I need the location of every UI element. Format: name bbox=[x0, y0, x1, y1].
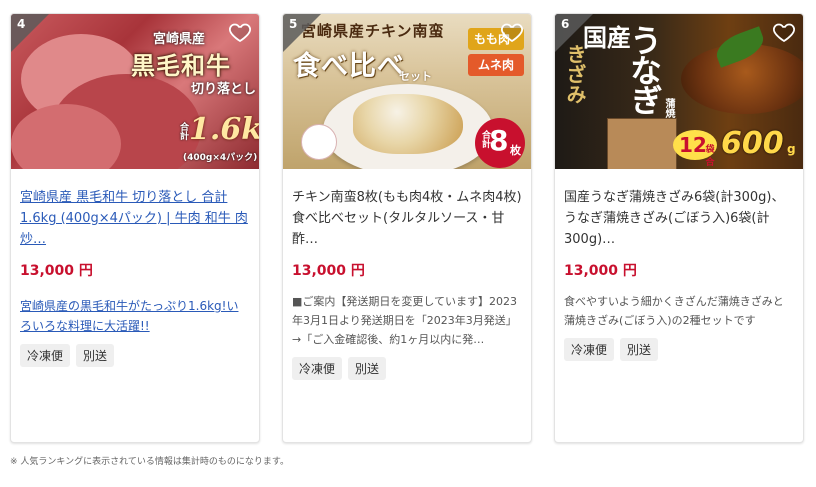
packs-shape bbox=[607, 118, 677, 169]
tag-separate-shipping: 別送 bbox=[348, 357, 387, 380]
count-badge: 合計 8 枚 bbox=[475, 118, 525, 168]
tag-list: 冷凍便 別送 bbox=[292, 357, 522, 380]
product-price: 13,000 円 bbox=[564, 263, 637, 279]
product-name-link[interactable]: 国産うなぎ蒲焼きざみ6袋(計300g)、うなぎ蒲焼きざみ(ごぼう入)6袋(計30… bbox=[564, 187, 794, 250]
image-title-text: 宮崎県産チキン南蛮 bbox=[301, 22, 445, 40]
tag-list: 冷凍便 別送 bbox=[564, 338, 794, 361]
tag-frozen: 冷凍便 bbox=[20, 344, 71, 367]
product-name-link[interactable]: チキン南蛮8枚(もも肉4枚・ムネ肉4枚)食べ比べセット(タルタルソース・甘酢… bbox=[292, 187, 522, 250]
pack-count-badge: 12 袋合計 bbox=[673, 130, 717, 168]
image-main-text: 黒毛和牛 bbox=[131, 51, 231, 80]
product-thumbnail[interactable]: 宮崎県産 黒毛和牛 切り落とし 合計 1.6kg (400g×4パック) 4 bbox=[11, 14, 259, 169]
product-description[interactable]: ■ご案内【発送期日を変更しています】2023年3月1日より発送期日を「2023年… bbox=[292, 292, 522, 349]
image-tag-mune: ムネ肉 bbox=[468, 54, 524, 76]
image-kizami-text: きざみ bbox=[563, 44, 587, 104]
image-set-text: セット bbox=[399, 70, 432, 83]
product-price: 13,000 円 bbox=[292, 263, 365, 279]
rank-number: 4 bbox=[17, 17, 26, 31]
heart-outline-icon[interactable] bbox=[228, 20, 252, 44]
count-unit: 枚 bbox=[510, 144, 521, 157]
product-price: 13,000 円 bbox=[20, 263, 93, 279]
image-pref-text: 宮崎県産 bbox=[153, 32, 206, 47]
tag-frozen: 冷凍便 bbox=[292, 357, 343, 380]
product-description-link[interactable]: 宮崎県産の黒毛和牛がたっぷり1.6kg!いろいろな料理に大活躍!! bbox=[20, 296, 250, 336]
image-weight-note: (400g×4パック) bbox=[183, 153, 258, 163]
pack-unit: 袋合計 bbox=[705, 145, 715, 168]
tag-separate-shipping: 別送 bbox=[620, 338, 659, 361]
product-name-link[interactable]: 宮崎県産 黒毛和牛 切り落とし 合計1.6kg (400g×4パック) | 牛肉… bbox=[20, 187, 250, 250]
image-kabayaki-text: 蒲焼 bbox=[663, 98, 674, 118]
rank-number: 5 bbox=[289, 17, 298, 31]
image-grams: 600 bbox=[721, 126, 784, 161]
product-card[interactable]: 宮崎県産 黒毛和牛 切り落とし 合計 1.6kg (400g×4パック) 4 宮… bbox=[10, 13, 260, 443]
product-description[interactable]: 食べやすいよう細かくきざんだ蒲焼きざみと蒲焼きざみ(ごぼう入)の2種セットです bbox=[564, 292, 794, 330]
heart-outline-icon[interactable] bbox=[500, 20, 524, 44]
product-card[interactable]: 国産 うなぎ きざみ 蒲焼 12 袋合計 600 g 6 国産うなぎ蒲焼きざみ6… bbox=[554, 13, 804, 443]
heart-outline-icon[interactable] bbox=[772, 20, 796, 44]
product-card[interactable]: 宮崎県産チキン南蛮 食べ比べ セット もも肉 ムネ肉 合計 8 枚 5 チキン南… bbox=[282, 13, 532, 443]
ranking-footnote: ※ 人気ランキングに表示されている情報は集計時のものになります。 bbox=[10, 457, 289, 467]
tag-separate-shipping: 別送 bbox=[76, 344, 115, 367]
tag-list: 冷凍便 別送 bbox=[20, 344, 250, 367]
image-weight: 1.6kg bbox=[189, 112, 259, 147]
image-grams-unit: g bbox=[787, 142, 796, 156]
chicken-shape bbox=[353, 94, 463, 154]
rank-number: 6 bbox=[561, 17, 570, 31]
count-number: 8 bbox=[489, 124, 509, 157]
seal-icon bbox=[301, 124, 337, 160]
tag-frozen: 冷凍便 bbox=[564, 338, 615, 361]
product-thumbnail[interactable]: 宮崎県産チキン南蛮 食べ比べ セット もも肉 ムネ肉 合計 8 枚 5 bbox=[283, 14, 531, 169]
product-thumbnail[interactable]: 国産 うなぎ きざみ 蒲焼 12 袋合計 600 g 6 bbox=[555, 14, 803, 169]
image-sub-text: 切り落とし bbox=[191, 82, 257, 97]
